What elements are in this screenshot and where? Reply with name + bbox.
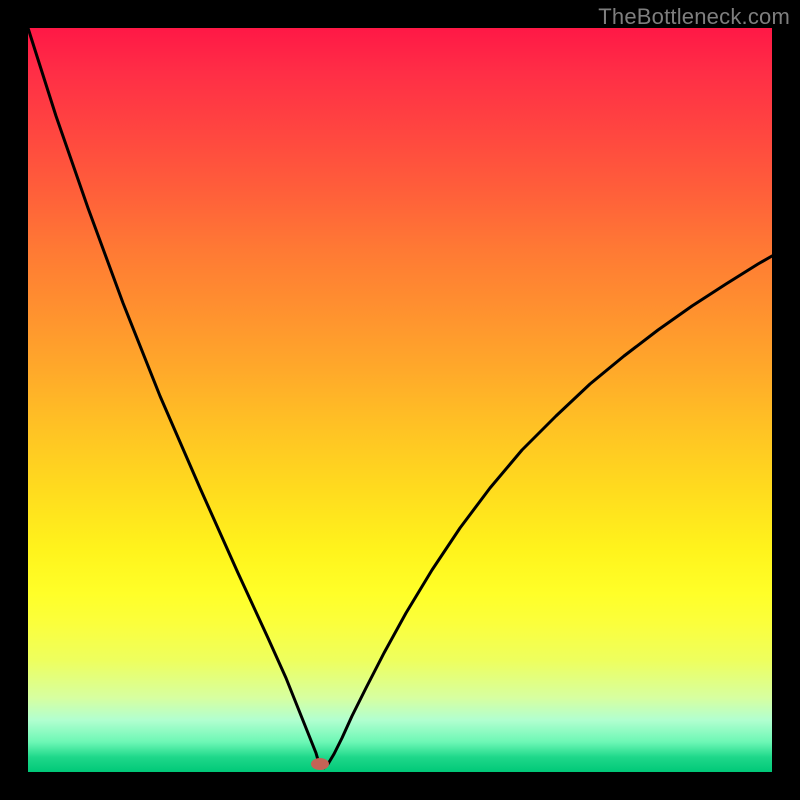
watermark-text: TheBottleneck.com xyxy=(598,4,790,30)
plot-area xyxy=(28,28,772,772)
chart-frame: TheBottleneck.com xyxy=(0,0,800,800)
bottleneck-curve xyxy=(28,28,772,768)
curve-svg xyxy=(28,28,772,772)
optimal-marker xyxy=(311,758,329,770)
